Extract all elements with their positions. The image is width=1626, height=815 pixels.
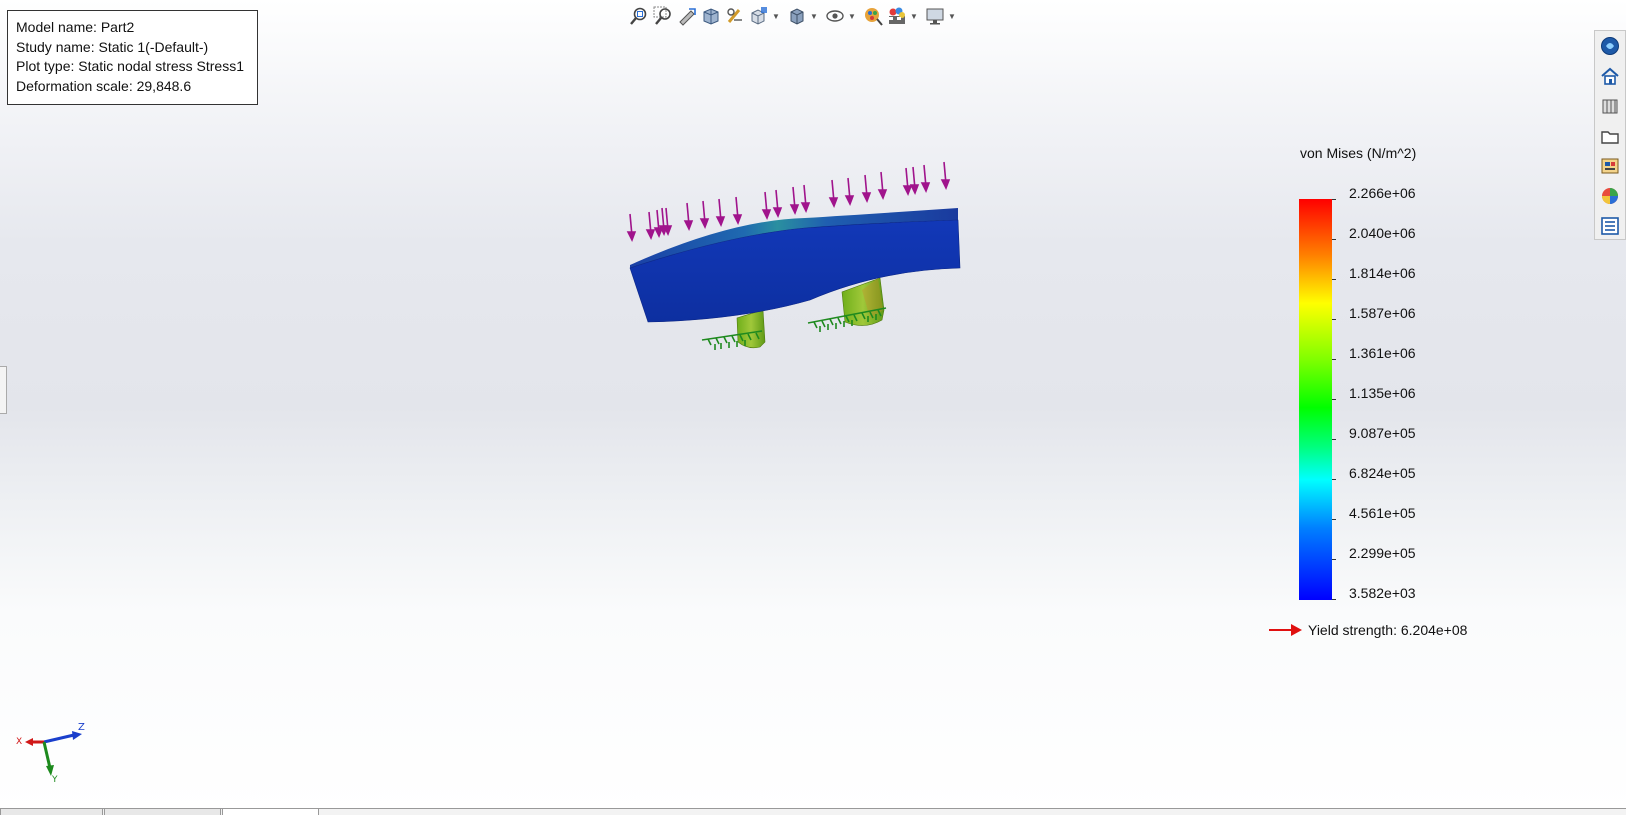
design-library-icon[interactable] [1598, 94, 1622, 118]
deformation-scale: Deformation scale: 29,848.6 [16, 77, 192, 94]
tick-label: 2.040e+06 [1349, 225, 1416, 241]
tick-mark [1332, 559, 1336, 560]
axis-triad[interactable]: Z X Y [14, 720, 94, 790]
tick-mark [1332, 599, 1336, 600]
triad-x-label: X [16, 737, 22, 747]
zoom-to-area-icon[interactable] [652, 5, 674, 27]
tick-mark [1332, 319, 1336, 320]
custom-properties-icon[interactable] [1598, 214, 1622, 238]
triad-y-label: Y [51, 775, 58, 785]
tick-label: 3.582e+03 [1349, 585, 1416, 601]
view-orientation-icon[interactable] [748, 5, 770, 27]
hide-show-items-icon[interactable] [824, 5, 846, 27]
section-view-icon[interactable] [700, 5, 722, 27]
tick-label: 1.135e+06 [1349, 385, 1416, 401]
dynamic-annotation-views-icon[interactable] [724, 5, 746, 27]
apply-scene-icon[interactable] [886, 5, 908, 27]
heads-up-view-toolbar: ▼ ▼ ▼ ▼ ▼ [628, 2, 960, 30]
yield-arrow-icon [1269, 624, 1302, 636]
plot-info-box: Model name: Part2 Study name: Static 1(-… [7, 10, 258, 105]
tick-mark [1332, 359, 1336, 360]
tick-label: 6.824e+05 [1349, 465, 1416, 481]
tick-label: 2.266e+06 [1349, 185, 1416, 201]
task-pane-tabs [1594, 30, 1626, 240]
tab-model[interactable] [0, 808, 103, 815]
home-icon[interactable] [1598, 64, 1622, 88]
zoom-to-fit-icon[interactable] [628, 5, 650, 27]
appearances-scenes-icon[interactable] [1598, 184, 1622, 208]
tick-mark [1332, 239, 1336, 240]
plot-type: Plot type: Static nodal stress Stress1 [16, 58, 244, 74]
tick-mark [1332, 519, 1336, 520]
feature-manager-collapse-handle[interactable] [0, 366, 7, 414]
tab-3d-views[interactable] [104, 808, 221, 815]
tick-label: 1.361e+06 [1349, 345, 1416, 361]
edit-appearance-icon[interactable] [862, 5, 884, 27]
legend-title: von Mises (N/m^2) [1300, 145, 1417, 161]
triad-z-label: Z [78, 722, 85, 733]
yield-strength-row: Yield strength: 6.204e+08 [1269, 622, 1467, 638]
tick-mark [1332, 439, 1336, 440]
yield-strength-label: Yield strength: 6.204e+08 [1308, 622, 1468, 638]
tick-label: 9.087e+05 [1349, 425, 1416, 441]
tick-mark [1332, 199, 1336, 200]
model-viewport[interactable] [620, 150, 1000, 380]
display-style-dropdown-icon[interactable]: ▼ [810, 12, 818, 21]
solidworks-resources-icon[interactable] [1598, 34, 1622, 58]
tab-study[interactable] [222, 808, 319, 815]
tick-label: 1.587e+06 [1349, 305, 1416, 321]
apply-scene-dropdown-icon[interactable]: ▼ [910, 12, 918, 21]
tick-mark [1332, 479, 1336, 480]
previous-view-icon[interactable] [676, 5, 698, 27]
model-name: Model name: Part2 [16, 19, 135, 35]
view-settings-dropdown-icon[interactable]: ▼ [948, 12, 956, 21]
view-palette-icon[interactable] [1598, 154, 1622, 178]
stress-color-bar [1299, 199, 1332, 600]
plate-front [629, 219, 961, 323]
tick-label: 1.814e+06 [1349, 265, 1416, 281]
view-settings-icon[interactable] [924, 5, 946, 27]
view-orientation-dropdown-icon[interactable]: ▼ [772, 12, 780, 21]
display-style-icon[interactable] [786, 5, 808, 27]
bottom-tab-strip [0, 808, 1626, 815]
study-name: Study name: Static 1(-Default-) [16, 38, 209, 55]
tick-mark [1332, 279, 1336, 280]
tick-mark [1332, 399, 1336, 400]
tick-label: 4.561e+05 [1349, 505, 1416, 521]
tick-label: 2.299e+05 [1349, 545, 1416, 561]
support-left [736, 309, 766, 349]
file-explorer-icon[interactable] [1598, 124, 1622, 148]
hide-show-dropdown-icon[interactable]: ▼ [848, 12, 856, 21]
